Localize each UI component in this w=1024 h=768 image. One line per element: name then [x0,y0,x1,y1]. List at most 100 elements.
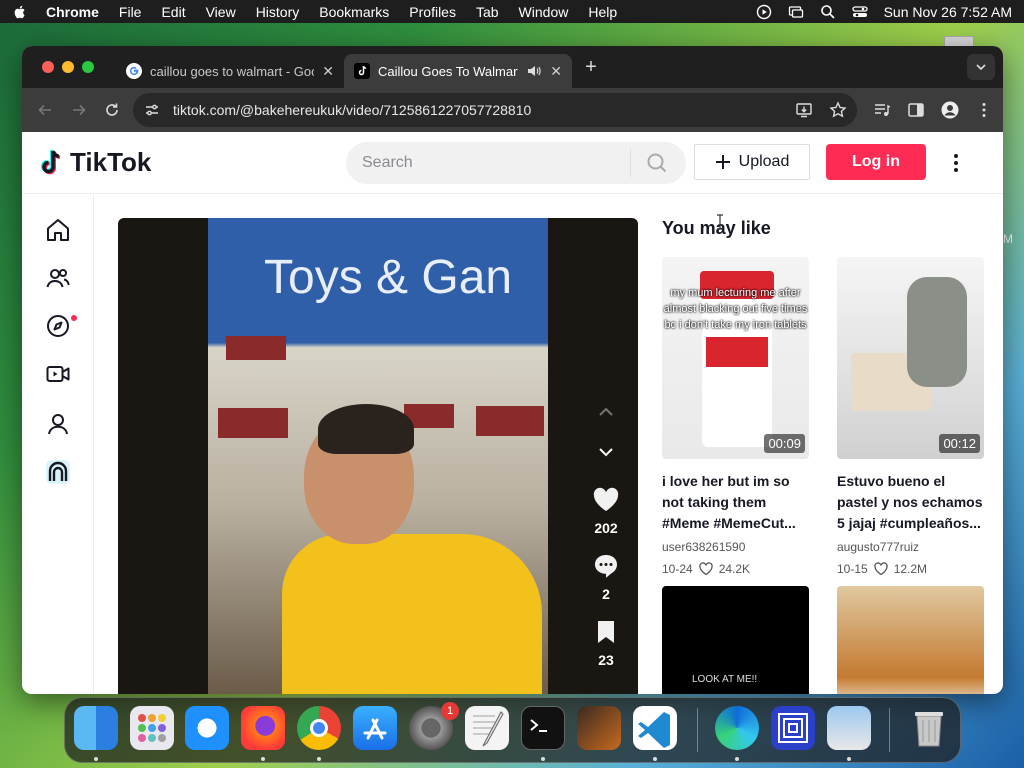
person-arm [907,277,967,387]
recommended-video-card[interactable]: LOOK AT ME!! [662,586,809,694]
minimize-window-button[interactable] [62,61,74,73]
nav-profile[interactable] [42,408,74,440]
tab-tiktok[interactable]: Caillou Goes To Walmart L ✕ [344,54,572,88]
app-store-icon[interactable] [353,706,397,750]
spotlight-search-icon[interactable] [820,4,836,20]
tab-google-search[interactable]: caillou goes to walmart - Goo ✕ [116,54,344,88]
apple-icon[interactable] [12,4,28,20]
menu-window[interactable]: Window [519,4,569,20]
url-text[interactable]: tiktok.com/@bakehereukuk/video/712586122… [173,102,795,118]
next-video-button[interactable] [586,434,626,470]
bookmark-star-icon[interactable] [829,101,847,119]
arch-icon [46,460,70,484]
trash-icon[interactable] [907,706,951,750]
finder-icon[interactable] [74,706,118,750]
site-settings-icon[interactable] [143,101,161,119]
store-sign [226,336,286,360]
video-author[interactable]: augusto777ruiz [837,540,984,554]
menu-help[interactable]: Help [588,4,617,20]
video-caption[interactable]: Estuvo bueno el pastel y nos echamos 5 j… [837,471,984,534]
recommended-video-card[interactable]: 00:12 Estuvo bueno el pastel y nos echam… [837,257,984,576]
chevron-down-icon [976,64,986,71]
recommended-video-card[interactable]: my mum lecturing me after almost blackin… [662,257,809,576]
running-indicator [317,757,321,761]
nav-explore[interactable] [42,310,74,342]
previous-video-button[interactable] [586,394,626,430]
menu-edit[interactable]: Edit [161,4,185,20]
nav-live[interactable] [42,358,74,390]
video-thumbnail[interactable]: LOOK AT ME!! [662,586,809,694]
login-button[interactable]: Log in [826,144,926,180]
firefox-icon[interactable] [241,706,285,750]
terminal-icon[interactable] [521,706,565,750]
search-input[interactable] [362,154,622,172]
textedit-icon[interactable] [465,706,509,750]
tab-title: caillou goes to walmart - Goo [150,63,315,79]
reload-button[interactable] [99,96,125,124]
like-button[interactable]: 202 [586,486,626,536]
launchpad-icon[interactable] [130,706,174,750]
profile-icon[interactable] [941,101,959,119]
control-center-icon[interactable] [851,4,868,20]
chevron-down-icon [599,448,613,457]
close-tab-icon[interactable]: ✕ [322,63,334,80]
video-duration: 00:09 [764,434,805,453]
menu-tab[interactable]: Tab [476,4,499,20]
recommended-video-card[interactable] [837,586,984,694]
video-thumbnail[interactable] [837,586,984,694]
speaker-icon[interactable] [526,63,542,79]
edge-icon[interactable] [715,706,759,750]
more-options-button[interactable] [948,150,964,176]
nav-following[interactable] [42,262,74,294]
safari-icon[interactable] [185,706,229,750]
close-window-button[interactable] [42,61,54,73]
menubar-clock[interactable]: Sun Nov 26 7:52 AM [884,4,1012,20]
screen-mirroring-icon[interactable] [788,4,804,20]
menu-file[interactable]: File [119,4,142,20]
chrome-icon[interactable] [297,706,341,750]
video-author[interactable]: user638261590 [662,540,809,554]
tiktok-header: TikTok Upload Log in [22,132,1003,194]
store-sign [476,406,544,436]
preview-icon[interactable] [827,706,871,750]
vscode-icon[interactable] [633,706,677,750]
media-controls-icon[interactable] [873,101,891,119]
tiktok-logo-icon [41,149,61,174]
close-tab-icon[interactable]: ✕ [550,63,562,80]
back-button[interactable] [32,96,58,124]
video-likes: 12.2M [893,562,928,576]
tab-search-button[interactable] [967,54,995,80]
video-thumbnail[interactable]: my mum lecturing me after almost blackin… [662,257,809,459]
menu-profiles[interactable]: Profiles [409,4,456,20]
tiktok-logo[interactable]: TikTok [38,147,151,178]
nav-more[interactable] [42,456,74,488]
zoom-window-button[interactable] [82,61,94,73]
nav-for-you[interactable] [42,214,74,246]
store-banner-text: Toys & Gan [264,251,513,304]
chevron-up-icon [599,407,613,416]
chrome-menu-icon[interactable] [975,101,993,119]
upload-button[interactable]: Upload [694,144,810,180]
comment-button[interactable]: 2 [586,552,626,602]
address-bar[interactable]: tiktok.com/@bakehereukuk/video/712586122… [133,93,858,127]
play-circle-icon[interactable] [756,4,772,20]
menu-bookmarks[interactable]: Bookmarks [319,4,389,20]
side-panel-icon[interactable] [907,101,925,119]
video-player[interactable]: Toys & Gan 202 2 23 [118,218,638,694]
garageband-icon[interactable] [577,706,621,750]
screens-app-icon[interactable] [771,706,815,750]
menu-history[interactable]: History [256,4,300,20]
new-tab-button[interactable]: + [578,54,604,80]
video-thumbnail[interactable]: 00:12 [837,257,984,459]
search-button[interactable] [631,142,683,184]
macos-menubar: Chrome File Edit View History Bookmarks … [0,0,1024,23]
dock-divider [889,708,890,752]
video-frame: Toys & Gan [208,218,548,694]
upload-label: Upload [738,153,790,170]
install-app-icon[interactable] [795,101,813,119]
forward-button[interactable] [66,96,92,124]
save-button[interactable]: 23 [586,618,626,668]
menu-view[interactable]: View [206,4,236,20]
video-caption[interactable]: i love her but im so not taking them #Me… [662,471,809,534]
menu-chrome[interactable]: Chrome [46,4,99,20]
